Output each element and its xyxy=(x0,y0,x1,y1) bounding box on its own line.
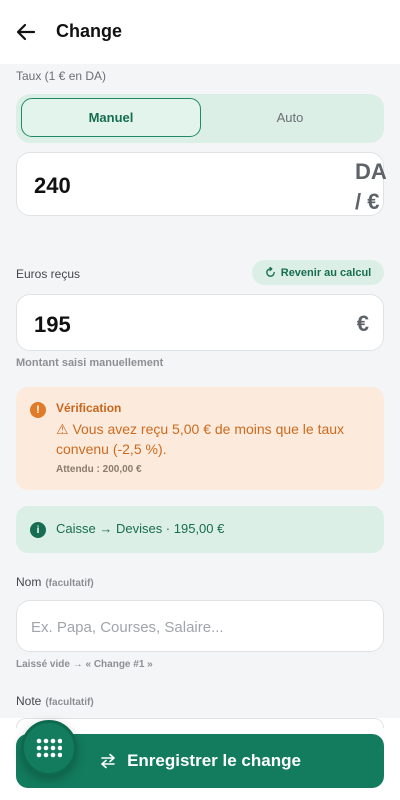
nom-label-text: Nom xyxy=(16,575,42,589)
save-change-label: Enregistrer le change xyxy=(127,751,301,770)
mode-auto-button[interactable]: Auto xyxy=(200,98,380,137)
menu-fab-button[interactable] xyxy=(21,720,77,776)
app-header: Change xyxy=(0,0,400,64)
info-text: Caisse → Devises · 195,00 € xyxy=(56,521,225,536)
info-card: i Caisse → Devises · 195,00 € xyxy=(16,506,384,553)
grid-dots-icon xyxy=(36,738,62,758)
swap-icon xyxy=(99,752,117,770)
note-optional: (facultatif) xyxy=(45,697,94,708)
nom-hint: Laissé vide → « Change #1 » xyxy=(16,659,153,670)
warning-icon: ! xyxy=(30,402,46,418)
note-label: Note (facultatif) xyxy=(16,694,94,708)
rate-value: 240 xyxy=(34,173,71,198)
revert-calc-button[interactable]: Revenir au calcul xyxy=(252,260,384,285)
note-field[interactable] xyxy=(16,718,384,728)
received-hint: Montant saisi manuellement xyxy=(16,357,164,369)
received-label: Euros reçus xyxy=(16,267,81,281)
revert-calc-label: Revenir au calcul xyxy=(280,266,372,279)
rate-unit-bottom: / € xyxy=(355,189,380,214)
page-title: Change xyxy=(56,21,123,41)
mode-manuel-button[interactable]: Manuel xyxy=(21,98,201,137)
received-input[interactable]: 195 € xyxy=(16,294,384,351)
warning-title: Vérification xyxy=(56,401,122,415)
warning-expected: Attendu : 200,00 € xyxy=(56,464,142,475)
warning-message: ⚠ Vous avez reçu 5,00 € de moins que le … xyxy=(56,421,345,457)
nom-field[interactable] xyxy=(16,600,384,652)
rate-input[interactable]: 240 DA / € xyxy=(16,152,387,216)
info-icon: i xyxy=(30,522,46,538)
received-value: 195 xyxy=(34,312,71,337)
nom-label: Nom (facultatif) xyxy=(16,575,94,589)
rate-unit-top: DA xyxy=(355,159,387,184)
nom-optional: (facultatif) xyxy=(45,578,94,589)
nom-input[interactable] xyxy=(31,613,361,641)
warning-card: ! Vérification ⚠ Vous avez reçu 5,00 € d… xyxy=(16,387,384,490)
rate-unit: DA / € xyxy=(355,157,399,217)
back-button[interactable] xyxy=(14,20,38,44)
rate-mode-switch: Manuel Auto xyxy=(16,94,384,143)
refresh-icon xyxy=(265,267,275,277)
rate-label: Taux (1 € en DA) xyxy=(16,69,107,83)
arrow-left-icon xyxy=(16,23,36,41)
note-label-text: Note xyxy=(16,694,42,708)
received-unit: € xyxy=(356,311,369,336)
